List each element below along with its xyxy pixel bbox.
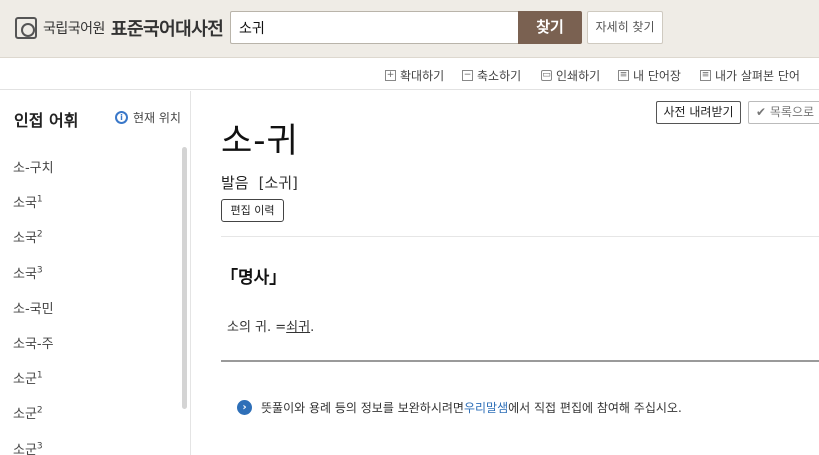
- pronunciation-label: 발음: [221, 174, 249, 192]
- sidebar-word-label: 소군: [13, 372, 37, 388]
- sidebar-word-item[interactable]: 소국-주: [13, 333, 54, 368]
- definition: 소의 귀. =쇠귀.: [227, 316, 314, 335]
- sidebar-word-label: 소군: [13, 407, 37, 423]
- print-label: 인쇄하기: [556, 69, 601, 83]
- org-name: 국립국어원: [43, 21, 105, 37]
- edit-history-button[interactable]: 편집 이력: [221, 199, 284, 222]
- zoom-in-button[interactable]: + 확대하기: [385, 67, 444, 84]
- detail-search-button[interactable]: 자세히 찾기: [587, 11, 663, 44]
- sidebar-word-label: 소국: [13, 266, 37, 282]
- current-position-button[interactable]: i 현재 위치: [115, 109, 181, 126]
- my-words-button[interactable]: ≡ 내 단어장: [618, 67, 681, 84]
- sidebar-word-item[interactable]: 소국3: [13, 263, 54, 298]
- download-dictionary-button[interactable]: 사전 내려받기: [656, 101, 741, 124]
- sidebar-word-item[interactable]: 소국1: [13, 192, 54, 227]
- edit-notice: › 뜻풀이와 용례 등의 정보를 보완하시려면 우리말샘 에서 직접 편집에 참여…: [237, 399, 682, 416]
- sidebar-word-label: 소국-주: [13, 336, 54, 352]
- tool-bar: + 확대하기 − 축소하기 ▭ 인쇄하기 ≡ 내 단어장 ≡ 내가 살펴본 단어: [0, 59, 819, 90]
- my-words-label: 내 단어장: [633, 69, 681, 83]
- logo-icon: [15, 17, 37, 39]
- sidebar-word-item[interactable]: 소국2: [13, 227, 54, 262]
- sidebar-word-label: 소군: [13, 442, 37, 455]
- viewed-words-button[interactable]: ≡ 내가 살펴본 단어: [700, 67, 800, 84]
- urimalsaem-link[interactable]: 우리말샘: [464, 399, 508, 416]
- printer-icon: ▭: [541, 70, 552, 81]
- part-of-speech: 「명사」: [221, 268, 287, 288]
- search-button[interactable]: 찾기: [518, 11, 582, 44]
- adjacent-words-panel: 인접 어휘 i 현재 위치 소-구치 소국1 소국2 소국3 소-국민 소국-주 소군1 소군…: [0, 91, 191, 455]
- notice-text-post: 에서 직접 편집에 참여해 주십시오.: [508, 401, 682, 415]
- info-icon: i: [115, 111, 128, 124]
- homonym-number: 1: [36, 194, 43, 205]
- sidebar-word-item[interactable]: 소-구치: [13, 157, 54, 192]
- section-divider: [221, 360, 819, 362]
- sidebar-word-label: 소국: [13, 231, 37, 247]
- dictionary-title: 표준국어대사전: [110, 19, 224, 40]
- print-button[interactable]: ▭ 인쇄하기: [541, 67, 600, 84]
- document-icon: ≡: [700, 70, 711, 81]
- current-position-label: 현재 위치: [133, 111, 181, 125]
- viewed-words-label: 내가 살펴본 단어: [715, 69, 800, 83]
- zoom-out-label: 축소하기: [477, 69, 522, 83]
- site-header: 국립국어원 표준국어대사전 찾기 자세히 찾기: [0, 0, 819, 58]
- pronunciation-value: [소귀]: [258, 174, 298, 192]
- definition-end: .: [310, 320, 315, 335]
- plus-icon: +: [385, 70, 396, 81]
- dictionary-page: 국립국어원 표준국어대사전 찾기 자세히 찾기 + 확대하기 − 축소하기 ▭ …: [0, 0, 819, 455]
- zoom-out-button[interactable]: − 축소하기: [462, 67, 521, 84]
- adjacent-word-list: 소-구치 소국1 소국2 소국3 소-국민 소국-주 소군1 소군2 소군3: [13, 157, 54, 455]
- homonym-number: 1: [36, 370, 43, 381]
- sidebar-word-label: 소-구치: [13, 161, 54, 176]
- divider: [221, 236, 819, 237]
- search-input[interactable]: [230, 11, 519, 44]
- definition-text: 소의 귀. =: [227, 320, 287, 335]
- sidebar-word-label: 소-국민: [13, 301, 54, 317]
- homonym-number: 3: [36, 441, 43, 452]
- sidebar-word-item[interactable]: 소군1: [13, 368, 54, 403]
- synonym-link[interactable]: 쇠귀: [286, 320, 310, 335]
- sidebar-scrollbar[interactable]: [182, 147, 187, 409]
- sidebar-word-item[interactable]: 소군2: [13, 403, 54, 438]
- entry-content: 사전 내려받기 ✔ 목록으로 소-귀 발음 [소귀] 편집 이력 「명사」 소의 …: [191, 91, 819, 455]
- minus-icon: −: [462, 70, 473, 81]
- sidebar-word-item[interactable]: 소군3: [13, 439, 54, 455]
- pronunciation: 발음 [소귀]: [221, 172, 298, 193]
- notice-text-pre: 뜻풀이와 용례 등의 정보를 보완하시려면: [261, 401, 464, 415]
- sidebar-word-item[interactable]: 소-국민: [13, 298, 54, 333]
- zoom-in-label: 확대하기: [400, 69, 445, 83]
- entry-headword: 소-귀: [221, 121, 299, 161]
- site-logo[interactable]: 국립국어원 표준국어대사전: [15, 15, 224, 41]
- sidebar-word-label: 소국: [13, 196, 37, 212]
- back-to-list-button[interactable]: ✔ 목록으로: [748, 101, 819, 124]
- chevron-right-icon: ›: [237, 400, 252, 415]
- homonym-number: 3: [36, 265, 43, 276]
- adjacent-words-title: 인접 어휘: [14, 111, 79, 130]
- homonym-number: 2: [36, 230, 43, 241]
- notebook-icon: ≡: [618, 70, 629, 81]
- homonym-number: 2: [36, 405, 43, 416]
